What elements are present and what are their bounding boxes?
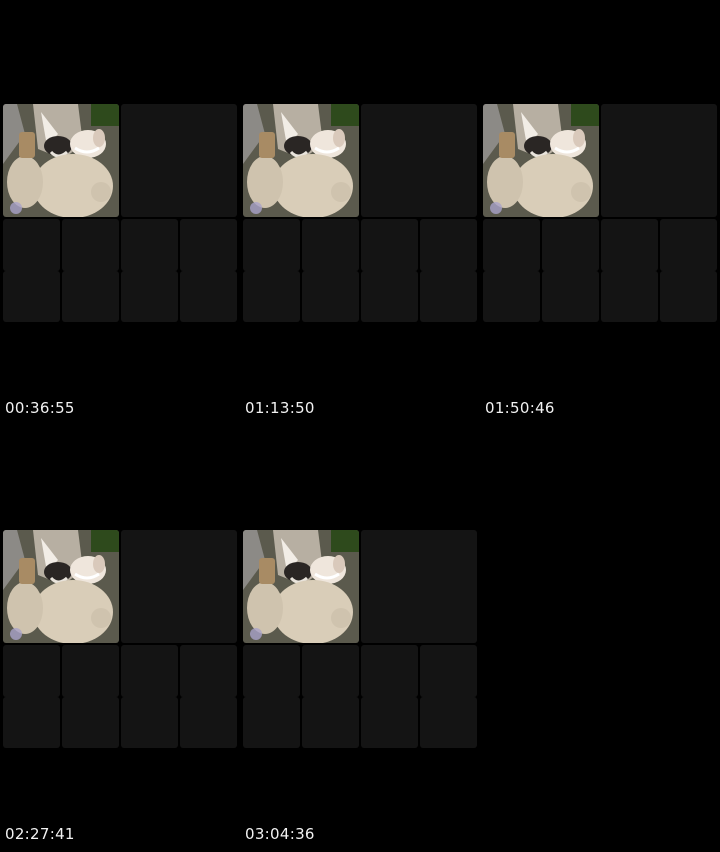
empty-frame-tile xyxy=(542,219,599,271)
empty-frame-tile xyxy=(121,271,178,322)
empty-frame-tile xyxy=(601,219,658,271)
empty-frame-tile xyxy=(180,645,237,697)
empty-frame-tile xyxy=(302,645,359,697)
frame-timestamp: 01:50:46 xyxy=(485,399,555,417)
empty-frame-tile xyxy=(243,697,300,748)
empty-frame-tile xyxy=(62,219,119,271)
empty-frame-tile xyxy=(483,271,540,322)
empty-frame-tile xyxy=(361,697,418,748)
empty-frame-tile xyxy=(243,271,300,322)
empty-frame-tile xyxy=(420,697,477,748)
empty-frame-tile xyxy=(601,104,717,217)
empty-frame-tile xyxy=(243,219,300,271)
empty-frame-tile xyxy=(62,645,119,697)
empty-frame-tile xyxy=(3,697,60,748)
frame-grid xyxy=(3,530,237,748)
empty-frame-tile xyxy=(302,271,359,322)
empty-frame-tile xyxy=(420,271,477,322)
empty-frame-tile xyxy=(361,219,418,271)
empty-frame-tile xyxy=(420,219,477,271)
empty-frame-tile xyxy=(3,219,60,271)
empty-frame-tile xyxy=(121,645,178,697)
empty-frame-tile xyxy=(62,697,119,748)
empty-frame-tile xyxy=(420,645,477,697)
empty-frame-tile xyxy=(601,271,658,322)
empty-frame-tile xyxy=(121,697,178,748)
empty-frame-tile xyxy=(180,219,237,271)
frame-grid xyxy=(3,104,237,322)
empty-frame-tile xyxy=(3,271,60,322)
empty-frame-tile xyxy=(180,271,237,322)
wolf-sheep-selfie-thumbnail[interactable] xyxy=(3,104,119,217)
frame-timestamp: 01:13:50 xyxy=(245,399,315,417)
empty-frame-tile xyxy=(660,271,717,322)
frame-grid xyxy=(243,104,477,322)
empty-frame-tile xyxy=(121,530,237,643)
wolf-sheep-selfie-thumbnail[interactable] xyxy=(483,104,599,217)
empty-frame-tile xyxy=(243,645,300,697)
frame-timestamp: 00:36:55 xyxy=(5,399,75,417)
empty-frame-tile xyxy=(542,271,599,322)
frame-timestamp: 02:27:41 xyxy=(5,825,75,843)
frame-timestamp: 03:04:36 xyxy=(245,825,315,843)
empty-frame-tile xyxy=(361,530,477,643)
empty-frame-tile xyxy=(302,219,359,271)
empty-frame-tile xyxy=(361,645,418,697)
empty-frame-tile xyxy=(483,219,540,271)
wolf-sheep-selfie-thumbnail[interactable] xyxy=(243,530,359,643)
empty-frame-tile xyxy=(121,104,237,217)
empty-frame-tile xyxy=(121,219,178,271)
empty-frame-tile xyxy=(3,645,60,697)
frame-grid xyxy=(243,530,477,748)
empty-frame-tile xyxy=(180,697,237,748)
empty-frame-tile xyxy=(361,271,418,322)
frame-grid xyxy=(483,104,717,322)
empty-frame-tile xyxy=(660,219,717,271)
wolf-sheep-selfie-thumbnail[interactable] xyxy=(3,530,119,643)
empty-frame-tile xyxy=(62,271,119,322)
empty-frame-tile xyxy=(361,104,477,217)
wolf-sheep-selfie-thumbnail[interactable] xyxy=(243,104,359,217)
empty-frame-tile xyxy=(302,697,359,748)
